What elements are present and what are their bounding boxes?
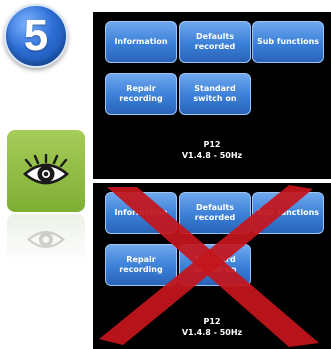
information-button[interactable]: Information	[105, 192, 177, 234]
eye-tile	[7, 130, 85, 212]
step-number: 5	[23, 11, 49, 60]
information-button[interactable]: Information	[105, 21, 177, 63]
sub-functions-button[interactable]: Sub functions	[252, 192, 324, 234]
standard-switch-on-button[interactable]: Standard switch on	[179, 244, 251, 286]
repair-recording-button[interactable]: Repair recording	[105, 73, 177, 115]
sub-functions-button[interactable]: Sub functions	[252, 21, 324, 63]
program-label: P12	[203, 140, 221, 149]
screen-footer: P12 V1.4.8 - 50Hz	[93, 139, 331, 161]
defaults-recorded-button[interactable]: Defaults recorded	[179, 192, 251, 234]
version-label: V1.4.8 - 50Hz	[181, 151, 243, 160]
repair-recording-button[interactable]: Repair recording	[105, 244, 177, 286]
screen-footer: P12 V1.4.8 - 50Hz	[93, 316, 331, 338]
step-number-badge: 5	[4, 4, 68, 68]
eye-tile-reflection	[7, 214, 85, 270]
eye-reflection-icon	[27, 231, 65, 249]
eye-icon	[23, 154, 69, 185]
program-label: P12	[203, 317, 221, 326]
version-label: V1.4.8 - 50Hz	[181, 328, 243, 337]
defaults-recorded-button[interactable]: Defaults recorded	[179, 21, 251, 63]
device-screen-correct: Information Defaults recorded Sub functi…	[93, 12, 331, 179]
device-screen-wrong: Information Defaults recorded Sub functi…	[93, 183, 331, 349]
standard-switch-on-button[interactable]: Standard switch on	[179, 73, 251, 115]
